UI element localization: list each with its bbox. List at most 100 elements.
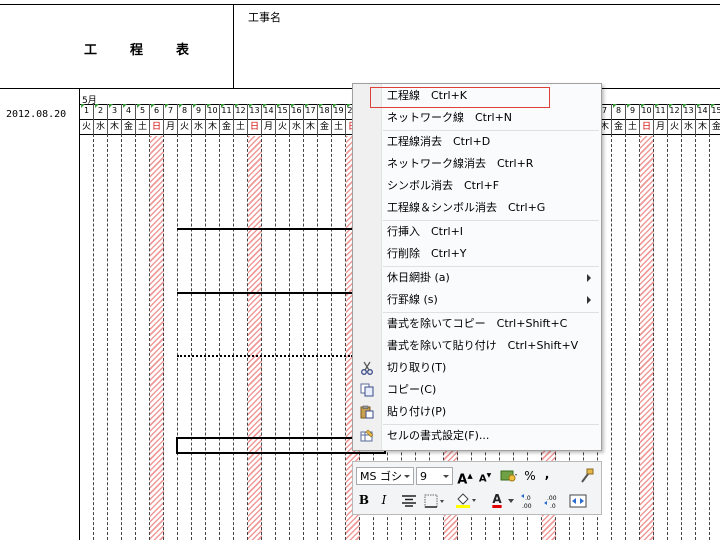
menu-item-paste-without-format[interactable]: 書式を除いて貼り付け Ctrl+Shift+V	[387, 336, 578, 356]
header-divider	[233, 4, 234, 88]
day-column[interactable]: 8火	[178, 104, 192, 540]
day-column[interactable]: 17 木	[304, 104, 318, 540]
weekday-label: 金	[613, 122, 623, 132]
weekday-label: 木	[305, 122, 315, 132]
font-size-select[interactable]: 9	[416, 467, 453, 485]
menu-item-erase-schedule-line[interactable]: 工程線消去 Ctrl+D	[387, 132, 490, 152]
day-column[interactable]: 1火	[80, 104, 94, 540]
menu-separator	[383, 312, 599, 313]
day-column[interactable]: 18 金	[318, 104, 332, 540]
paste-icon	[360, 405, 374, 419]
menu-item-insert-row[interactable]: 行挿入 Ctrl+I	[387, 222, 463, 242]
holiday-shading	[640, 136, 654, 540]
svg-text:.0: .0	[550, 503, 556, 509]
day-column[interactable]: 14 木	[696, 104, 710, 540]
font-name-select[interactable]: MS ゴシ	[356, 467, 414, 485]
font-size-value: 9	[420, 470, 427, 483]
day-number: 16	[291, 106, 302, 115]
menu-item-row-border[interactable]: 行罫線 (s)	[387, 290, 438, 310]
day-column[interactable]: 6日	[150, 104, 164, 540]
chevron-down-icon	[404, 475, 410, 478]
menu-item-format-cells[interactable]: セルの書式設定(F)...	[387, 426, 489, 446]
holiday-shading	[150, 136, 164, 540]
day-number: 11	[655, 106, 666, 115]
percent-style-button[interactable]: %	[523, 467, 537, 485]
menu-item-erase-symbol[interactable]: シンボル消去 Ctrl+F	[387, 176, 499, 196]
weekday-label: 月	[655, 122, 665, 132]
font-color-button[interactable]: A	[490, 490, 504, 508]
schedule-line-1[interactable]	[177, 228, 353, 230]
project-name-label: 工事名	[248, 11, 281, 24]
day-column[interactable]: 10 木	[206, 104, 220, 540]
borders-icon[interactable]	[424, 494, 446, 508]
decrease-decimal-icon[interactable]: .00 .0	[544, 493, 564, 509]
context-menu: 工程線 Ctrl+K ネットワーク線 Ctrl+N 工程線消去 Ctrl+D ネ…	[352, 83, 602, 451]
network-line-dotted[interactable]	[177, 355, 353, 357]
italic-button[interactable]: I	[376, 491, 392, 509]
menu-item-cut[interactable]: 切り取り(T)	[387, 358, 446, 378]
menu-item-schedule-line[interactable]: 工程線 Ctrl+K	[387, 86, 467, 106]
day-column[interactable]: 13 日	[248, 104, 262, 540]
weekday-label: 日	[249, 122, 259, 132]
shrink-font-button[interactable]: A▼	[477, 467, 493, 485]
menu-item-erase-line-and-symbol[interactable]: 工程線＆シンボル消去 Ctrl+G	[387, 198, 545, 218]
day-number: 17	[305, 106, 316, 115]
weekday-label: 火	[669, 122, 679, 132]
svg-text:.00: .00	[522, 503, 532, 509]
menu-item-delete-row[interactable]: 行削除 Ctrl+Y	[387, 244, 467, 264]
day-number: 12	[669, 106, 680, 115]
day-column[interactable]: 3木	[108, 104, 122, 540]
day-number: 3	[111, 106, 118, 115]
weekday-label: 木	[207, 122, 217, 132]
day-column[interactable]: 12 土	[234, 104, 248, 540]
day-number: 12	[235, 106, 246, 115]
day-column[interactable]: 7月	[164, 104, 178, 540]
chevron-down-icon[interactable]	[508, 499, 514, 503]
day-column[interactable]: 11 金	[220, 104, 234, 540]
increase-decimal-icon[interactable]: .0 .00	[520, 493, 540, 509]
day-number: 5	[139, 106, 146, 115]
day-column[interactable]: 16 水	[290, 104, 304, 540]
submenu-arrow-icon	[587, 274, 591, 282]
holiday-shading	[248, 136, 262, 540]
day-column[interactable]: 15 金	[710, 104, 720, 540]
menu-item-paste[interactable]: 貼り付け(P)	[387, 402, 446, 422]
weekday-label: 木	[697, 122, 707, 132]
day-number: 13	[249, 106, 260, 115]
font-name-value: MS ゴシ	[360, 470, 402, 483]
comma-style-button[interactable]: ,	[541, 465, 553, 483]
accounting-format-icon[interactable]	[500, 469, 518, 483]
weekday-label: 水	[95, 122, 105, 132]
day-column[interactable]: 9水	[192, 104, 206, 540]
weekday-label: 金	[711, 122, 720, 132]
day-column[interactable]: 13 水	[682, 104, 696, 540]
weekday-label: 月	[263, 122, 273, 132]
menu-item-copy-without-format[interactable]: 書式を除いてコピー Ctrl+Shift+C	[387, 314, 567, 334]
format-painter-icon[interactable]	[579, 468, 595, 484]
day-number: 8	[181, 106, 188, 115]
day-column[interactable]: 5土	[136, 104, 150, 540]
menu-item-network-line[interactable]: ネットワーク線 Ctrl+N	[387, 108, 512, 128]
merge-center-icon[interactable]	[569, 493, 587, 509]
schedule-line-2[interactable]	[177, 292, 353, 294]
weekday-label: 土	[137, 122, 147, 132]
day-column[interactable]: 11 月	[654, 104, 668, 540]
day-column[interactable]: 10 日	[640, 104, 654, 540]
grow-font-button[interactable]: A▲	[457, 467, 473, 487]
menu-item-erase-network-line[interactable]: ネットワーク線消去 Ctrl+R	[387, 154, 533, 174]
center-align-icon[interactable]	[402, 495, 416, 507]
day-column[interactable]: 14 月	[262, 104, 276, 540]
day-column[interactable]: 12 火	[668, 104, 682, 540]
day-column[interactable]: 4金	[122, 104, 136, 540]
day-column[interactable]: 15 火	[276, 104, 290, 540]
day-column[interactable]: 9土	[626, 104, 640, 540]
bold-button[interactable]: B	[356, 491, 372, 509]
menu-item-copy[interactable]: コピー(C)	[387, 380, 436, 400]
day-number: 8	[615, 106, 622, 115]
format-cells-icon	[360, 429, 374, 442]
day-column[interactable]: 19 土	[332, 104, 346, 540]
day-column[interactable]: 8金	[612, 104, 626, 540]
day-column[interactable]: 2水	[94, 104, 108, 540]
menu-item-holiday-shading[interactable]: 休日網掛 (a)	[387, 268, 450, 288]
fill-color-icon[interactable]	[455, 493, 477, 509]
